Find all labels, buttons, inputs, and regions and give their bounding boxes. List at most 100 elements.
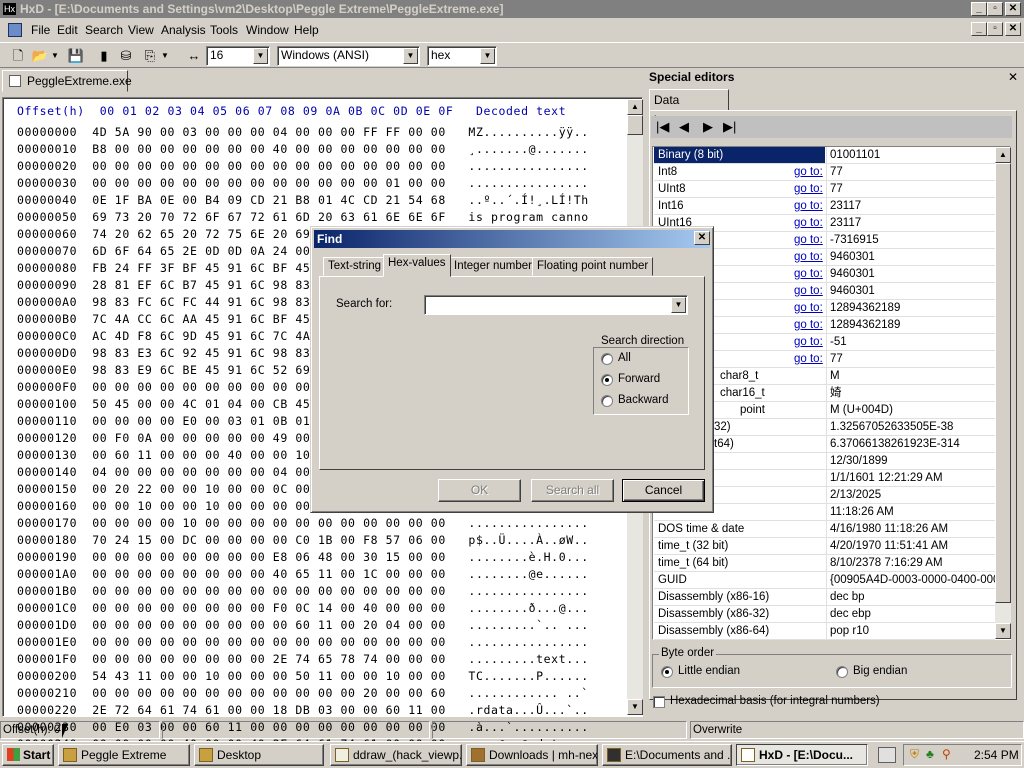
bytes-per-row-combo[interactable]: 16 ▼ <box>206 46 270 66</box>
direction-forward-radio[interactable] <box>601 374 613 386</box>
scroll-down-icon[interactable]: ▼ <box>627 699 643 715</box>
inspector-row-value[interactable]: 6.37066138261923E-314 <box>826 436 996 452</box>
little-endian-radio[interactable] <box>661 666 673 678</box>
goto-link[interactable]: go to: <box>794 249 823 265</box>
inspector-row-value[interactable]: 23117 <box>826 198 996 214</box>
goto-link[interactable]: go to: <box>794 334 823 350</box>
inspector-row-value[interactable]: 12894362189 <box>826 300 996 316</box>
open-dropdown-icon[interactable]: ▼ <box>50 46 60 66</box>
previous-icon[interactable]: ◀ <box>679 120 689 134</box>
ram-icon[interactable]: ▮ <box>94 46 114 66</box>
inspector-row-value[interactable]: 1/1/1601 12:21:29 AM <box>826 470 996 486</box>
chevron-down-icon[interactable]: ▼ <box>253 48 268 64</box>
menu-help[interactable]: Help <box>294 23 319 37</box>
inspector-row-value[interactable]: 9460301 <box>826 266 996 282</box>
tab-data-inspector[interactable]: Data inspector <box>649 89 729 127</box>
inspector-row-value[interactable]: 婍 <box>826 385 996 401</box>
clock[interactable]: 2:54 PM <box>974 748 1019 762</box>
close-icon[interactable]: ✕ <box>694 231 710 245</box>
goto-link[interactable]: go to: <box>794 181 823 197</box>
hex-row[interactable]: 00000200 54 43 11 00 00 10 00 00 00 50 1… <box>17 669 589 683</box>
hex-row[interactable]: 00000030 00 00 00 00 00 00 00 00 00 00 0… <box>17 176 589 190</box>
direction-all-radio[interactable] <box>601 353 613 365</box>
minimize-button[interactable]: _ <box>971 2 987 16</box>
inspector-row-value[interactable]: 9460301 <box>826 283 996 299</box>
menu-tools[interactable]: Tools <box>210 23 238 37</box>
taskbar-hxd[interactable]: HxD - [E:\Docu... <box>736 744 868 766</box>
save-icon[interactable]: 💾 <box>66 46 86 66</box>
keyboard-icon[interactable] <box>878 747 896 763</box>
inspector-row-value[interactable]: 01001101 <box>826 147 996 163</box>
hex-row[interactable]: 00000050 69 73 20 70 72 6F 67 72 61 6D 2… <box>17 210 589 224</box>
taskbar-ddraw[interactable]: ddraw_(hack_viewp... <box>330 744 462 766</box>
window-title-bar[interactable]: HxD - [E:\Documents and Settings\vm2\Des… <box>0 0 1024 18</box>
hex-row[interactable]: 00000170 00 00 00 00 10 00 00 00 00 00 0… <box>17 516 589 530</box>
chevron-down-icon[interactable]: ▼ <box>671 297 686 313</box>
close-button[interactable]: ✕ <box>1005 2 1021 16</box>
hex-row[interactable]: 00000020 00 00 00 00 00 00 00 00 00 00 0… <box>17 159 589 173</box>
close-icon[interactable]: ✕ <box>1008 70 1018 84</box>
inspector-row[interactable]: time_t (64 bit) 8/10/2378 7:16:29 AM <box>654 555 995 572</box>
direction-backward-radio[interactable] <box>601 395 613 407</box>
inspector-row-value[interactable]: 2/13/2025 <box>826 487 996 503</box>
goto-link[interactable]: go to: <box>794 266 823 282</box>
inspector-row[interactable]: GUID {00905A4D-0003-0000-0400-0000FF <box>654 572 996 589</box>
taskbar-peggle[interactable]: Peggle Extreme <box>58 744 190 766</box>
inspector-row-value[interactable]: 9460301 <box>826 249 996 265</box>
inspector-row[interactable]: DOS time & date 4/16/1980 11:18:26 AM <box>654 521 995 538</box>
menu-search[interactable]: Search <box>85 23 123 37</box>
cancel-button[interactable]: Cancel <box>622 479 705 502</box>
tab-floating-point[interactable]: Floating point number <box>532 257 654 276</box>
open-folder-icon[interactable]: 📂 <box>30 46 50 66</box>
hex-row[interactable]: 00000180 70 24 15 00 DC 00 00 00 00 C0 1… <box>17 533 589 547</box>
inspector-row[interactable]: Int16 go to: 23117 <box>654 198 995 215</box>
goto-link[interactable]: go to: <box>794 215 823 231</box>
goto-link[interactable]: go to: <box>794 317 823 333</box>
hex-row[interactable]: 000001C0 00 00 00 00 00 00 00 00 F0 0C 1… <box>17 601 589 615</box>
inspector-row-value[interactable]: dec bp <box>826 589 996 605</box>
export-icon[interactable]: ⎘ <box>140 46 160 66</box>
hex-row[interactable]: 00000040 0E 1F BA 0E 00 B4 09 CD 21 B8 0… <box>17 193 589 207</box>
taskbar-desktop[interactable]: Desktop <box>194 744 324 766</box>
inspector-row-value[interactable]: 77 <box>826 164 996 180</box>
offset-base-combo[interactable]: hex ▼ <box>427 46 497 66</box>
inspector-scrollbar[interactable]: ▲ ▼ <box>995 147 1011 639</box>
goto-link[interactable]: go to: <box>794 283 823 299</box>
big-endian-radio[interactable] <box>836 666 848 678</box>
inspector-row-value[interactable]: 12894362189 <box>826 317 996 333</box>
network-icon[interactable]: ♣ <box>926 747 934 761</box>
shield-icon[interactable]: ⛨ <box>910 747 919 762</box>
export-dropdown-icon[interactable]: ▼ <box>160 46 170 66</box>
scroll-thumb[interactable] <box>995 163 1011 603</box>
next-icon[interactable]: ▶ <box>703 120 713 134</box>
inspector-row[interactable]: Int8 go to: 77 <box>654 164 995 181</box>
document-icon[interactable] <box>8 23 22 37</box>
charset-combo[interactable]: Windows (ANSI) ▼ <box>277 46 420 66</box>
file-tab[interactable]: PeggleExtreme.exe <box>2 70 132 92</box>
menu-view[interactable]: View <box>128 23 154 37</box>
app-icon[interactable]: Hx <box>3 3 16 15</box>
find-dialog-title-bar[interactable]: Find <box>314 230 710 248</box>
hex-row[interactable]: 00000190 00 00 00 00 00 00 00 00 E8 06 4… <box>17 550 589 564</box>
inspector-row[interactable]: time_t (32 bit) 4/20/1970 11:51:41 AM <box>654 538 995 555</box>
menu-window[interactable]: Window <box>246 23 289 37</box>
chevron-down-icon[interactable]: ▼ <box>480 48 495 64</box>
inspector-row[interactable]: Disassembly (x86-16) dec bp <box>654 589 995 606</box>
scroll-down-icon[interactable]: ▼ <box>995 623 1011 639</box>
taskbar-explorer[interactable]: E:\Documents and ... <box>602 744 732 766</box>
tab-hex-values[interactable]: Hex-values <box>383 254 451 277</box>
menu-file[interactable]: File <box>31 23 50 37</box>
menu-edit[interactable]: Edit <box>57 23 78 37</box>
inspector-row-value[interactable]: 4/20/1970 11:51:41 AM <box>826 538 996 554</box>
chevron-down-icon[interactable]: ▼ <box>403 48 418 64</box>
inspector-row-value[interactable]: 4/16/1980 11:18:26 AM <box>826 521 996 537</box>
disk-icon[interactable]: ⛁ <box>116 46 136 66</box>
inspector-row[interactable]: Disassembly (x86-64) pop r10 <box>654 623 995 640</box>
doc-restore-button[interactable]: ▫ <box>987 22 1003 36</box>
tab-integer-number[interactable]: Integer number <box>449 257 537 276</box>
scroll-up-icon[interactable]: ▲ <box>995 147 1011 163</box>
first-icon[interactable]: |◀ <box>656 120 669 134</box>
hex-row[interactable]: 000001D0 00 00 00 00 00 00 00 00 00 60 1… <box>17 618 589 632</box>
inspector-row[interactable]: Disassembly (x86-32) dec ebp <box>654 606 995 623</box>
hex-row[interactable]: 00000220 2E 72 64 61 74 61 00 00 18 DB 0… <box>17 703 589 717</box>
